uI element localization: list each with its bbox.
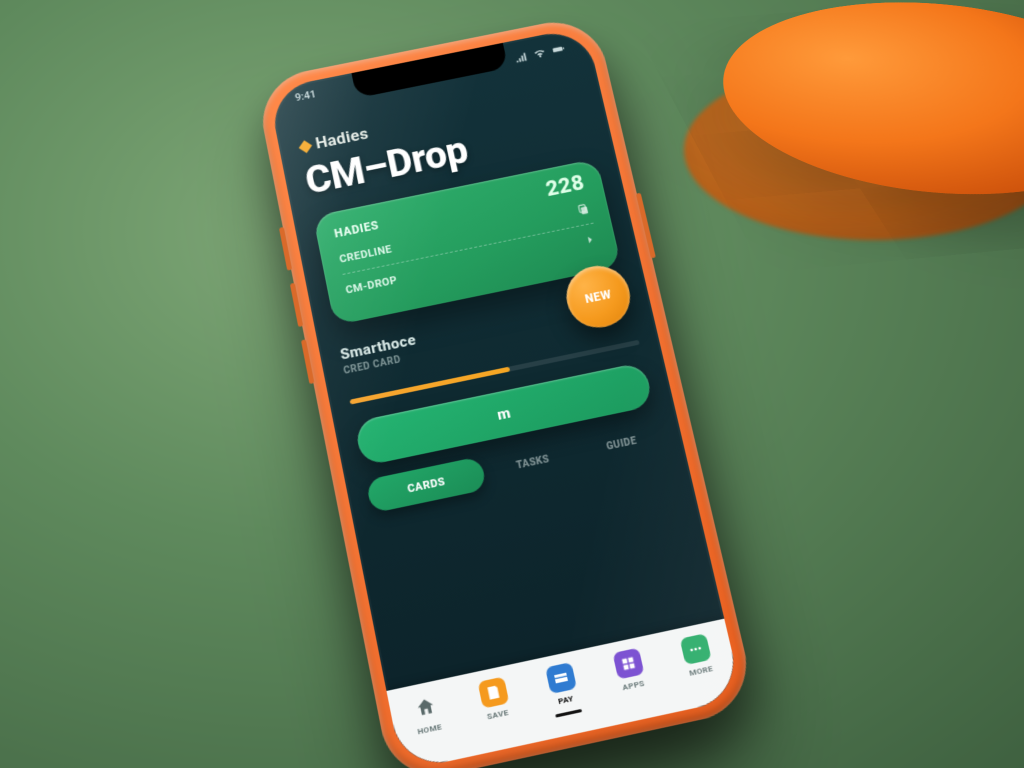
progress-fill [349, 367, 510, 405]
chevron-right-icon [582, 232, 598, 248]
tab-bar: HOME SAVE PAY [386, 619, 742, 768]
tab-apps[interactable]: APPS [592, 643, 668, 697]
tab-underline [555, 709, 582, 718]
phone-screen: 9:41 ◆Hadies [268, 26, 743, 768]
wifi-icon [532, 45, 549, 63]
pill-tasks[interactable]: TASKS [490, 438, 576, 488]
battery-icon [550, 41, 567, 59]
pill-guide[interactable]: GUIDE [578, 419, 664, 468]
bolt-icon: ◆ [297, 136, 313, 157]
tab-home[interactable]: HOME [388, 687, 464, 742]
tab-save[interactable]: SAVE [457, 672, 533, 726]
tab-pay[interactable]: PAY [524, 658, 603, 723]
pill-cards[interactable]: CARDS [365, 456, 486, 513]
apps-icon [613, 648, 645, 680]
notch [351, 43, 508, 98]
tab-more[interactable]: MORE [659, 629, 735, 683]
phone-device: 9:41 ◆Hadies [254, 13, 758, 768]
copy-icon[interactable] [575, 201, 591, 217]
home-icon [409, 691, 441, 723]
more-icon [680, 633, 712, 665]
pay-icon [545, 662, 577, 694]
status-time: 9:41 [294, 88, 319, 114]
save-icon [477, 677, 509, 709]
signal-icon [513, 49, 530, 67]
